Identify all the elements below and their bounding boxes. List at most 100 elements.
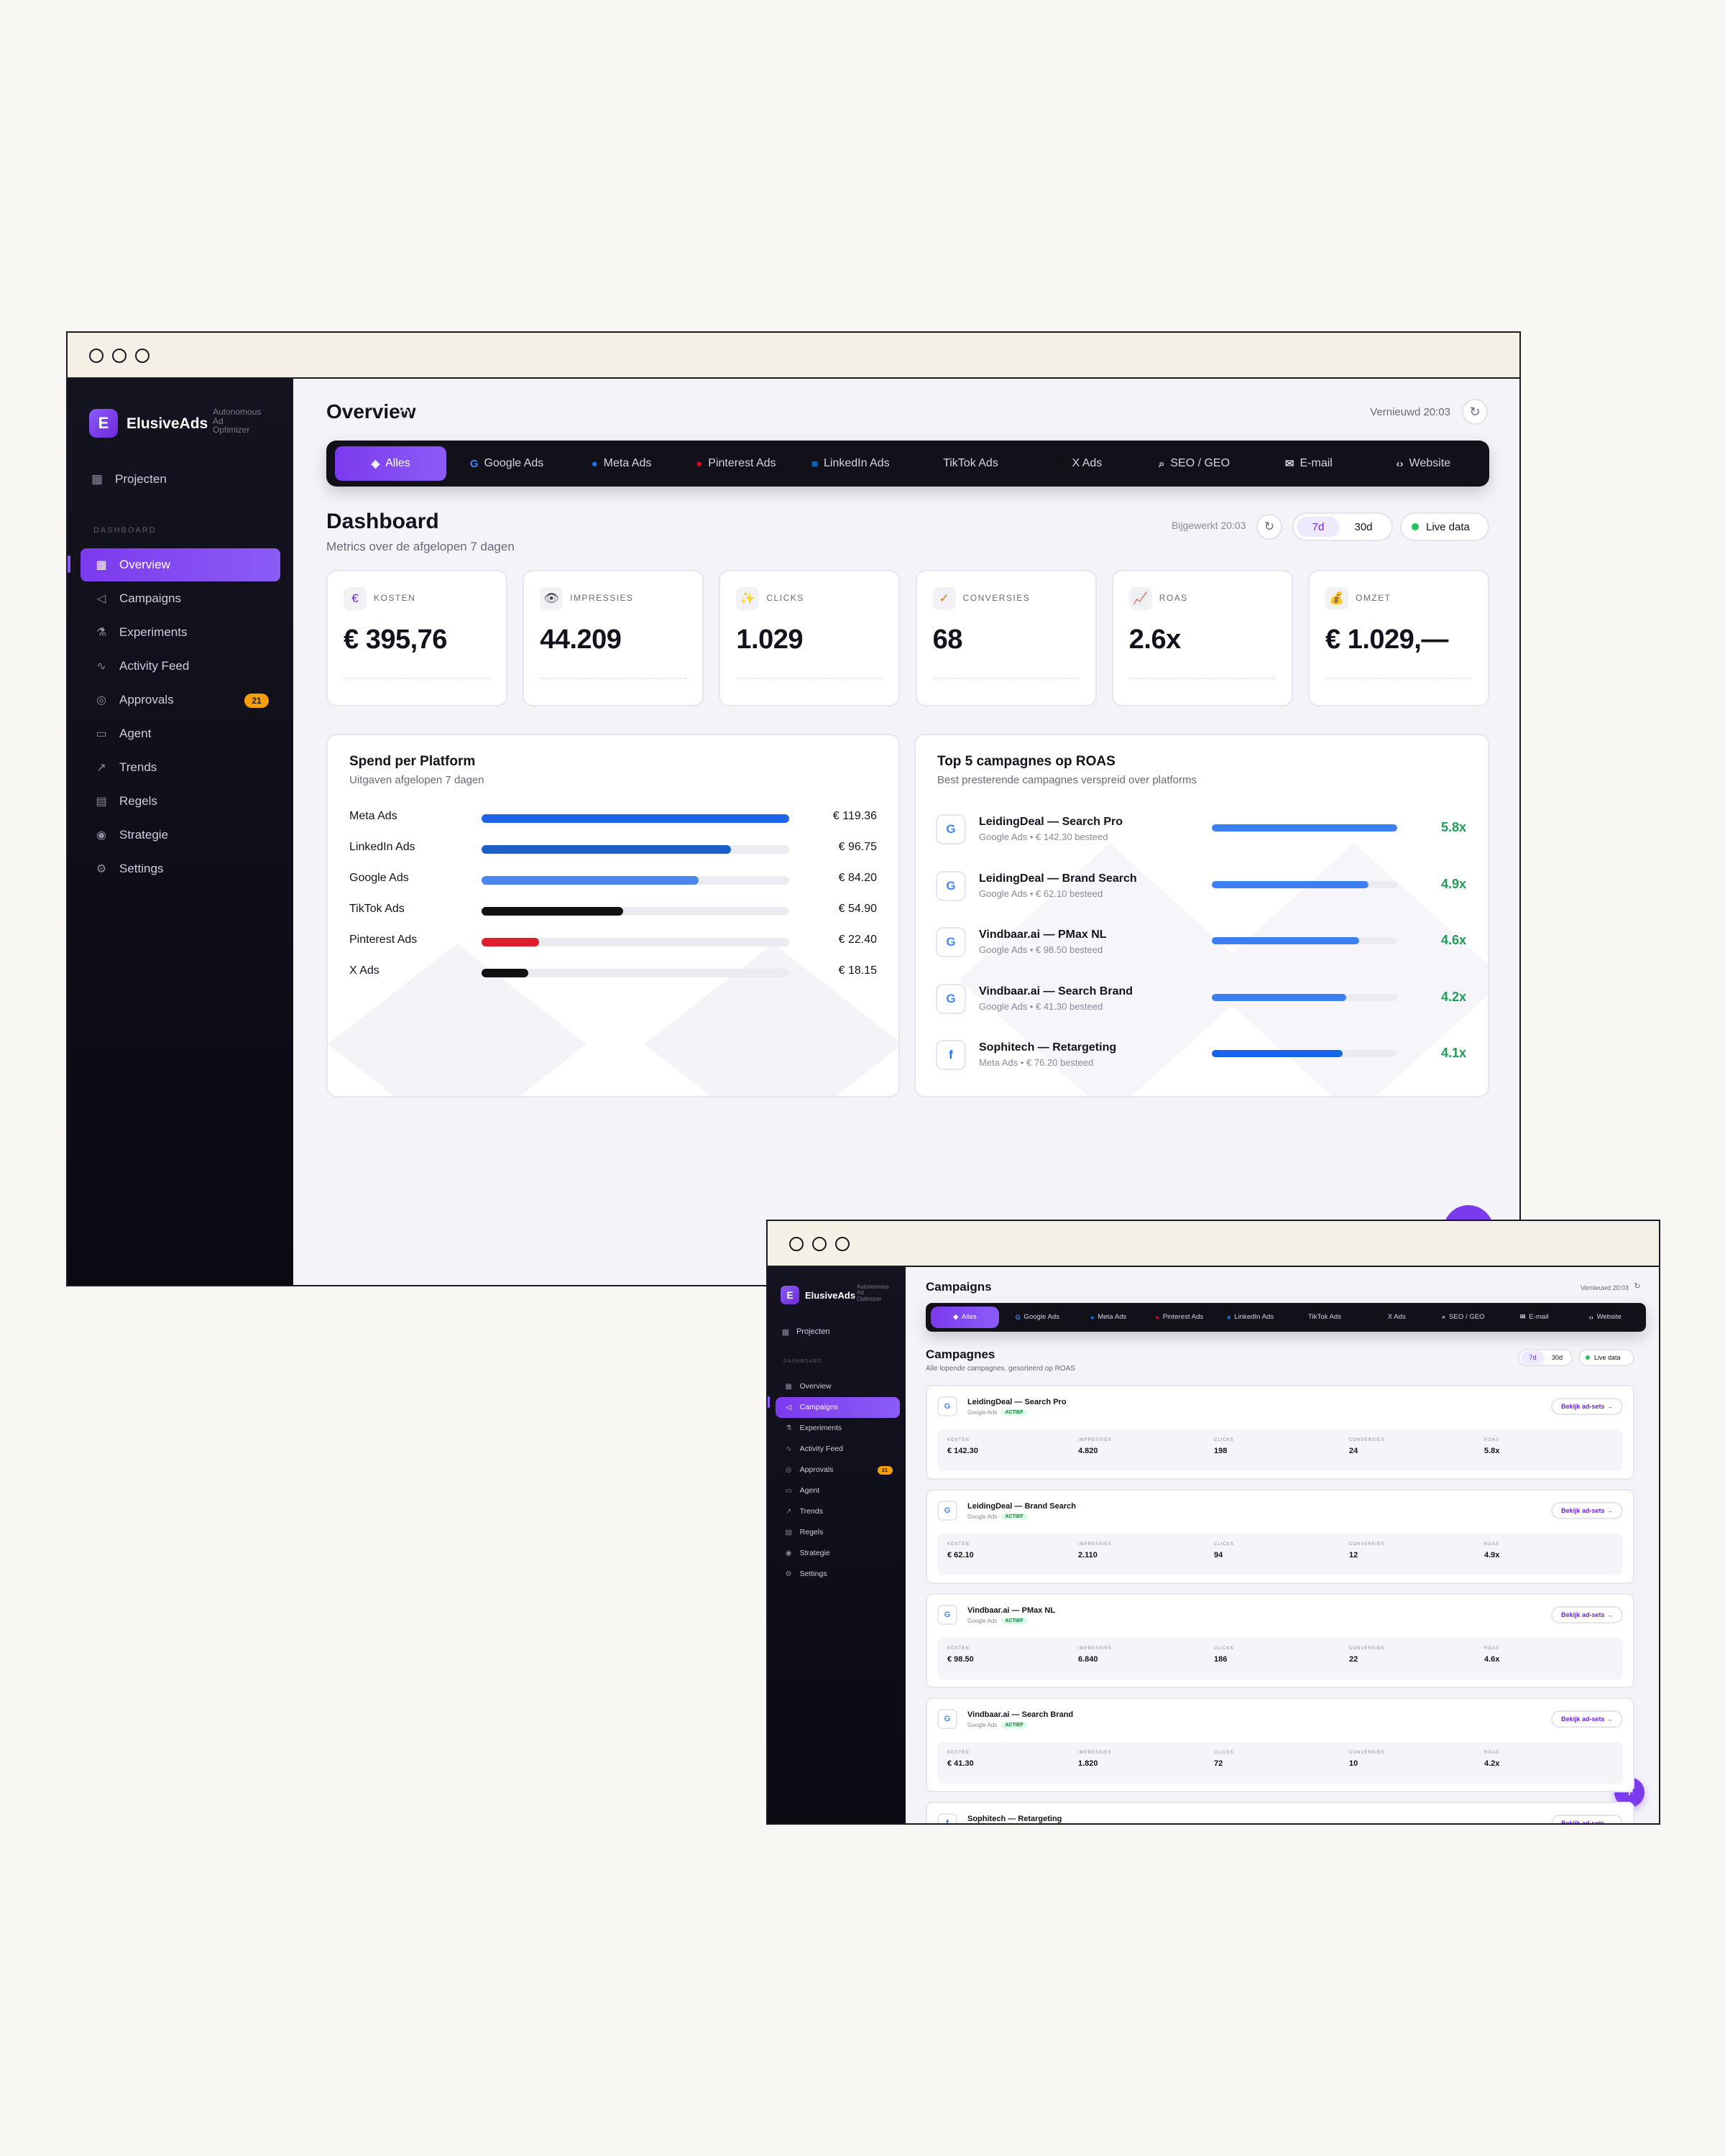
refresh-icon[interactable]: ↻ <box>1462 399 1488 425</box>
sidebar-item-experiments[interactable]: ⚗ Experiments <box>776 1418 899 1439</box>
campaign-name[interactable]: LeidingDeal — Brand Search <box>967 1502 1076 1511</box>
sidebar-item-campaigns[interactable]: ◁ Campaigns <box>80 582 280 615</box>
view-ad-sets-button[interactable]: Bekijk ad-sets → <box>1550 1815 1623 1823</box>
tab-e-mail[interactable]: ✉ E-mail <box>1499 1307 1570 1328</box>
sidebar-item-agent[interactable]: ▭ Agent <box>80 717 280 750</box>
kpi-card-kosten: € KOSTEN € 395,76 <box>326 570 507 706</box>
tab-alles[interactable]: ◈ Alles <box>931 1306 999 1329</box>
window-maximize-control[interactable] <box>835 1237 850 1251</box>
tab-alles[interactable]: ◈ Alles <box>335 446 447 481</box>
projects-link[interactable]: ▦ Projecten <box>89 471 167 488</box>
campaign-name[interactable]: Sophitech — Retargeting <box>979 1041 1116 1054</box>
live-data-badge[interactable]: Live data <box>1400 512 1489 541</box>
tab-tiktok-ads[interactable]: ♪ TikTok Ads <box>1286 1307 1357 1328</box>
sidebar-item-experiments[interactable]: ⚗ Experiments <box>80 616 280 649</box>
window-close-control[interactable] <box>789 1237 804 1251</box>
refresh-icon[interactable]: ↻ <box>1256 514 1282 540</box>
sidebar-item-overview[interactable]: ▦ Overview <box>776 1376 899 1397</box>
range-30d-button[interactable]: 30d <box>1340 517 1387 537</box>
tab-x-ads[interactable]: ✕ X Ads <box>1357 1307 1428 1328</box>
grid-icon: ▦ <box>96 559 107 571</box>
metric-value: 22 <box>1349 1655 1358 1664</box>
google-icon: G <box>1015 1313 1021 1321</box>
campaign-platform: Google Ads ACTIEF <box>967 1722 1027 1728</box>
window-maximize-control[interactable] <box>135 349 150 363</box>
metric-value: 198 <box>1214 1447 1228 1455</box>
tab-linkedin-ads[interactable]: ■ LinkedIn Ads <box>794 446 908 481</box>
tab-google-ads[interactable]: G Google Ads <box>1002 1307 1073 1328</box>
tab-google-ads[interactable]: G Google Ads <box>449 446 564 481</box>
sidebar-item-approvals[interactable]: ◎ Approvals 21 <box>80 683 280 717</box>
kpi-label: CONVERSIES <box>962 593 1031 603</box>
tab-website[interactable]: ‹› Website <box>1570 1307 1641 1328</box>
kpi-sparkline-placeholder <box>1325 678 1472 679</box>
tab-meta-ads[interactable]: ● Meta Ads <box>564 446 678 481</box>
metric-value: 6.840 <box>1078 1655 1098 1664</box>
sidebar-item-trends[interactable]: ↗ Trends <box>80 751 280 784</box>
range-30d-button[interactable]: 30d <box>1545 1351 1570 1364</box>
campaign-card: G LeidingDeal — Brand Search Google Ads ACT… <box>926 1489 1634 1584</box>
bot-icon: ▭ <box>96 728 107 740</box>
kpi-card-conversies: ✓ CONVERSIES 68 <box>915 570 1097 706</box>
window-close-control[interactable] <box>89 349 104 363</box>
projects-link[interactable]: ▦ Projecten <box>781 1326 830 1337</box>
tab-pinterest-ads[interactable]: ● Pinterest Ads <box>1144 1307 1215 1328</box>
tab-pinterest-ads[interactable]: ● Pinterest Ads <box>678 446 793 481</box>
sidebar-item-regels[interactable]: ▤ Regels <box>80 785 280 818</box>
sidebar-item-activity-feed[interactable]: ∿ Activity Feed <box>80 650 280 683</box>
sidebar-item-overview[interactable]: ▦ Overview <box>80 548 280 581</box>
sidebar-item-campaigns[interactable]: ◁ Campaigns <box>776 1397 900 1418</box>
metric-label: IMPRESSIES <box>1078 1646 1112 1651</box>
sidebar-item-activity-feed[interactable]: ∿ Activity Feed <box>776 1439 899 1460</box>
tab-x-ads[interactable]: ✕ X Ads <box>1022 446 1136 481</box>
rules-icon: ▤ <box>96 796 107 808</box>
tab-tiktok-ads[interactable]: ♪ TikTok Ads <box>908 446 1022 481</box>
linkedin-icon: ■ <box>811 457 818 470</box>
refresh-icon[interactable]: ↻ <box>1632 1281 1643 1293</box>
tab-seo-geo[interactable]: ⌕ SEO / GEO <box>1137 446 1251 481</box>
metric-label: KOSTEN <box>947 1542 970 1547</box>
sidebar-item-trends[interactable]: ↗ Trends <box>776 1501 899 1522</box>
sidebar-item-agent[interactable]: ▭ Agent <box>776 1480 899 1501</box>
compass-icon: ◉ <box>785 1549 792 1557</box>
spend-platform-name: X Ads <box>349 964 380 977</box>
tab-website[interactable]: ‹› Website <box>1366 446 1481 481</box>
sidebar-item-approvals[interactable]: ◎ Approvals 21 <box>776 1460 899 1480</box>
campaign-name[interactable]: Vindbaar.ai — Search Brand <box>979 985 1133 998</box>
range-7d-button[interactable]: 7d <box>1297 517 1340 537</box>
live-data-badge[interactable]: Live data <box>1578 1349 1634 1366</box>
view-ad-sets-button[interactable]: Bekijk ad-sets → <box>1550 1606 1623 1623</box>
kpi-icon: ✨ <box>736 587 760 610</box>
kpi-icon: € <box>344 587 367 610</box>
view-ad-sets-button[interactable]: Bekijk ad-sets → <box>1550 1398 1623 1415</box>
tab-meta-ads[interactable]: ● Meta Ads <box>1073 1307 1144 1328</box>
campaign-name[interactable]: LeidingDeal — Search Pro <box>967 1398 1067 1406</box>
spend-value: € 18.15 <box>838 964 877 977</box>
roas-bar <box>1212 824 1397 831</box>
view-ad-sets-button[interactable]: Bekijk ad-sets → <box>1550 1710 1623 1728</box>
sidebar-item-strategie[interactable]: ◉ Strategie <box>776 1543 899 1564</box>
google-icon: G <box>936 983 966 1014</box>
window-minimize-control[interactable] <box>812 1237 827 1251</box>
campaign-name[interactable]: Vindbaar.ai — Search Brand <box>967 1710 1073 1719</box>
pinterest-icon: ● <box>696 457 703 470</box>
campaign-name[interactable]: Vindbaar.ai — PMax NL <box>979 929 1107 941</box>
kpi-value: 68 <box>932 625 963 655</box>
tab-linkedin-ads[interactable]: ■ LinkedIn Ads <box>1215 1307 1286 1328</box>
sidebar-item-settings[interactable]: ⚙ Settings <box>776 1564 899 1585</box>
sidebar-item-settings[interactable]: ⚙ Settings <box>80 852 280 885</box>
tab-seo-geo[interactable]: ⌕ SEO / GEO <box>1428 1307 1499 1328</box>
metric-label: KOSTEN <box>947 1438 970 1442</box>
campaign-name[interactable]: LeidingDeal — Search Pro <box>979 816 1123 829</box>
campaign-name[interactable]: Vindbaar.ai — PMax NL <box>967 1606 1055 1615</box>
window-minimize-control[interactable] <box>112 349 126 363</box>
sidebar-item-strategie[interactable]: ◉ Strategie <box>80 819 280 852</box>
sidebar-item-regels[interactable]: ▤ Regels <box>776 1522 899 1543</box>
tab-e-mail[interactable]: ✉ E-mail <box>1251 446 1366 481</box>
approvals-count-badge: 21 <box>244 694 269 708</box>
status-badge: ACTIEF <box>1001 1514 1027 1520</box>
view-ad-sets-button[interactable]: Bekijk ad-sets → <box>1550 1502 1623 1519</box>
campaign-name[interactable]: LeidingDeal — Brand Search <box>979 872 1137 885</box>
campaign-name[interactable]: Sophitech — Retargeting <box>967 1815 1062 1823</box>
range-7d-button[interactable]: 7d <box>1521 1351 1545 1364</box>
